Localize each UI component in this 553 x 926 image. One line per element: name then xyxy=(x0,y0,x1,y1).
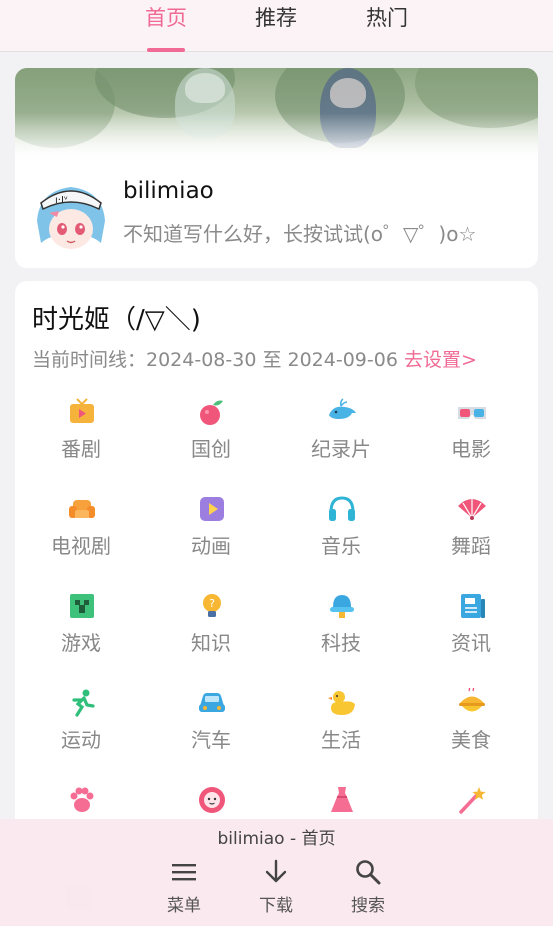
category-label: 番剧 xyxy=(61,437,101,461)
car-icon xyxy=(199,693,225,712)
avatar[interactable]: ı·Iᵛ xyxy=(29,173,113,257)
headphones-icon xyxy=(329,496,355,521)
download-button[interactable]: 下载 xyxy=(241,859,311,919)
category-music[interactable]: 音乐 xyxy=(276,490,406,580)
timeline-range: 当前时间线：2024-08-30 至 2024-09-06 去设置> xyxy=(32,345,477,372)
category-label: 汽车 xyxy=(191,728,231,752)
category-car[interactable]: 汽车 xyxy=(146,684,276,774)
download-icon xyxy=(265,859,287,883)
timeline-title: 时光姬（/▽＼) xyxy=(32,305,201,335)
3d-glasses-icon xyxy=(458,407,486,419)
category-dance[interactable]: 舞蹈 xyxy=(406,490,536,580)
svg-text:ı·Iᵛ: ı·Iᵛ xyxy=(55,195,68,206)
category-label: 国创 xyxy=(191,437,231,461)
top-tab-bar: 首页 推荐 热门 xyxy=(0,0,553,52)
lightbulb-icon: ? xyxy=(203,594,221,617)
category-news[interactable]: 资讯 xyxy=(406,587,536,677)
menu-button[interactable]: 菜单 xyxy=(149,859,219,919)
category-label: 游戏 xyxy=(61,631,101,655)
category-label: 电影 xyxy=(451,437,491,461)
avatar-image: ı·Iᵛ xyxy=(29,173,113,257)
tab-popular[interactable]: 热门 xyxy=(347,2,427,50)
whale-icon xyxy=(329,398,356,419)
profile-card[interactable]: ı·Iᵛ bilimiao 不知道写什么好，长按试试(o゜▽゜)o☆ xyxy=(15,68,538,268)
category-label: 运动 xyxy=(61,728,101,752)
category-movie[interactable]: 电影 xyxy=(406,393,536,483)
category-label: 美食 xyxy=(451,728,491,752)
category-label: 资讯 xyxy=(451,631,491,655)
dress-icon xyxy=(331,787,353,812)
duck-icon xyxy=(328,691,355,715)
category-bangumi[interactable]: 番剧 xyxy=(16,393,146,483)
runner-icon xyxy=(72,689,95,717)
food-icon xyxy=(459,688,485,712)
profile-banner-image xyxy=(15,68,538,163)
creeper-icon xyxy=(70,594,94,618)
category-label: 生活 xyxy=(321,728,361,752)
category-sports[interactable]: 运动 xyxy=(16,684,146,774)
tab-recommend[interactable]: 推荐 xyxy=(236,2,316,50)
page-title: bilimiao - 首页 xyxy=(217,829,336,849)
sofa-icon xyxy=(69,500,95,518)
tab-home[interactable]: 首页 xyxy=(126,2,206,50)
search-icon xyxy=(356,860,381,885)
bottom-app-bar: bilimiao - 首页 菜单 下载 搜索 xyxy=(0,819,553,926)
category-label: 舞蹈 xyxy=(451,534,491,558)
category-tv-series[interactable]: 电视剧 xyxy=(16,490,146,580)
category-knowledge[interactable]: ? 知识 xyxy=(146,587,276,677)
category-guochuang[interactable]: 国创 xyxy=(146,393,276,483)
category-label: 电视剧 xyxy=(51,534,111,558)
username: bilimiao xyxy=(123,178,214,204)
news-icon xyxy=(461,594,485,618)
active-tab-indicator xyxy=(147,48,185,52)
search-button[interactable]: 搜索 xyxy=(333,859,403,919)
satellite-icon xyxy=(330,595,354,618)
user-bio: 不知道写什么好，长按试试(o゜▽゜)o☆ xyxy=(123,222,477,246)
category-label: 科技 xyxy=(321,631,361,655)
category-label: 纪录片 xyxy=(311,437,371,461)
svg-text:?: ? xyxy=(209,597,215,610)
category-animation[interactable]: 动画 xyxy=(146,490,276,580)
category-label: 动画 xyxy=(191,534,231,558)
search-label: 搜索 xyxy=(351,896,385,916)
timeline-label: 当前时间线：2024-08-30 至 2024-09-06 xyxy=(32,349,398,371)
timeline-settings-link[interactable]: 去设置> xyxy=(404,349,477,371)
menu-icon xyxy=(172,864,196,881)
category-documentary[interactable]: 纪录片 xyxy=(276,393,406,483)
lion-icon xyxy=(199,787,225,813)
category-life[interactable]: 生活 xyxy=(276,684,406,774)
tv-icon xyxy=(70,398,94,423)
menu-label: 菜单 xyxy=(167,896,201,916)
fruit-icon xyxy=(200,400,223,425)
category-tech[interactable]: 科技 xyxy=(276,587,406,677)
category-label: 音乐 xyxy=(321,534,361,558)
download-label: 下载 xyxy=(259,896,293,916)
category-game[interactable]: 游戏 xyxy=(16,587,146,677)
category-food[interactable]: 美食 xyxy=(406,684,536,774)
category-label: 知识 xyxy=(191,631,231,655)
fan-icon xyxy=(458,499,486,520)
magic-wand-icon xyxy=(459,787,486,814)
play-icon xyxy=(200,497,224,521)
paw-icon xyxy=(70,787,94,812)
